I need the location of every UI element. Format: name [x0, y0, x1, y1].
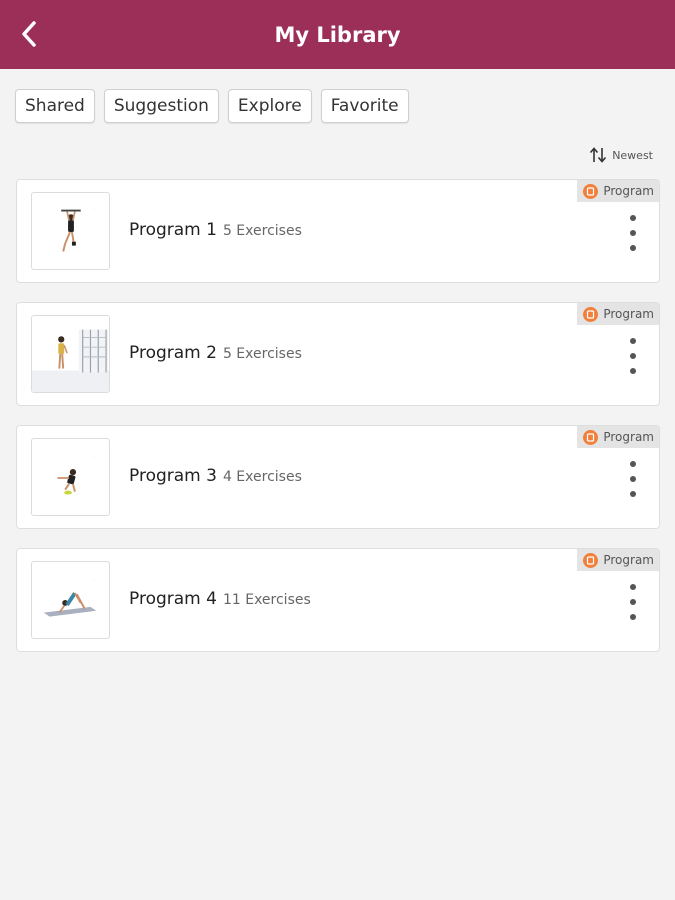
program-name: Program 3	[129, 466, 217, 486]
more-vertical-icon	[630, 461, 636, 467]
page-title: My Library	[274, 22, 401, 47]
hanging-exercise-image: ····	[61, 208, 96, 252]
program-type-badge: Program	[577, 549, 659, 571]
svg-text:····: ····	[92, 455, 96, 459]
badge-label: Program	[603, 430, 654, 444]
more-options-button[interactable]	[625, 584, 641, 620]
filter-explore-button[interactable]: Explore	[227, 89, 312, 123]
filter-suggestion-button[interactable]: Suggestion	[103, 89, 219, 123]
sort-button[interactable]: Newest	[589, 147, 653, 163]
program-type-badge: Program	[577, 180, 659, 202]
program-badge-icon	[583, 552, 599, 568]
more-options-button[interactable]	[625, 461, 641, 497]
program-info: Program 4 11 Exercises	[129, 589, 311, 609]
program-card[interactable]: ···· Program 3 4 Exercises Program	[16, 425, 660, 529]
program-card[interactable]: ···· Program 4 11 Exercises Program	[16, 548, 660, 652]
badge-label: Program	[603, 184, 654, 198]
program-badge-icon	[583, 183, 599, 199]
program-type-badge: Program	[577, 303, 659, 325]
program-list: ···· Program 1 5 Exercises Program Progr…	[16, 179, 660, 671]
svg-text:····: ····	[92, 208, 96, 212]
program-name: Program 1	[129, 220, 217, 240]
exercise-count: 5 Exercises	[222, 346, 302, 362]
program-info: Program 1 5 Exercises	[129, 220, 302, 240]
more-vertical-icon	[630, 215, 636, 221]
program-thumbnail: ····	[31, 192, 110, 270]
filter-favorite-button[interactable]: Favorite	[320, 89, 409, 123]
program-name: Program 4	[129, 589, 217, 609]
program-thumbnail: ····	[31, 561, 110, 639]
app-header: My Library	[0, 0, 675, 69]
exercise-count: 5 Exercises	[222, 223, 302, 239]
filter-bar: Shared Suggestion Explore Favorite	[15, 89, 409, 123]
more-vertical-icon	[630, 584, 636, 590]
svg-text:····: ····	[92, 578, 96, 582]
program-thumbnail: ····	[31, 438, 110, 516]
program-badge-icon	[583, 429, 599, 445]
standing-with-rack-image	[32, 329, 109, 392]
program-card[interactable]: Program 2 5 Exercises Program	[16, 302, 660, 406]
more-options-button[interactable]	[625, 215, 641, 251]
exercise-count: 11 Exercises	[222, 592, 311, 608]
back-button[interactable]	[14, 16, 44, 52]
sort-label: Newest	[612, 148, 653, 162]
exercise-count: 4 Exercises	[222, 469, 302, 485]
squat-exercise-image: ····	[57, 455, 96, 495]
chevron-left-icon	[22, 21, 36, 47]
program-badge-icon	[583, 306, 599, 322]
program-card[interactable]: ···· Program 1 5 Exercises Program	[16, 179, 660, 283]
program-name: Program 2	[129, 343, 217, 363]
more-options-button[interactable]	[625, 338, 641, 374]
filter-shared-button[interactable]: Shared	[15, 89, 95, 123]
program-thumbnail	[31, 315, 110, 393]
program-info: Program 3 4 Exercises	[129, 466, 302, 486]
badge-label: Program	[603, 307, 654, 321]
program-type-badge: Program	[577, 426, 659, 448]
yoga-pose-image: ····	[43, 578, 97, 617]
sort-arrows-icon	[590, 147, 607, 163]
more-vertical-icon	[630, 338, 636, 344]
program-info: Program 2 5 Exercises	[129, 343, 302, 363]
badge-label: Program	[603, 553, 654, 567]
